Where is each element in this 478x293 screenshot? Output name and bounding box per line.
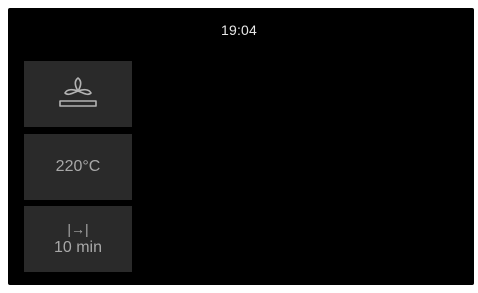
temperature-value: 220°C bbox=[55, 158, 101, 175]
skip-to-end-icon: |→| bbox=[67, 221, 89, 237]
cooking-mode-button[interactable] bbox=[24, 61, 132, 127]
clock: 19:04 bbox=[220, 22, 258, 38]
timer-value: 10 min bbox=[53, 239, 103, 256]
fan-top-heat-icon bbox=[53, 74, 103, 114]
temperature-button[interactable]: 220°C bbox=[24, 134, 132, 200]
timer-button[interactable]: |→| 10 min bbox=[24, 206, 132, 272]
